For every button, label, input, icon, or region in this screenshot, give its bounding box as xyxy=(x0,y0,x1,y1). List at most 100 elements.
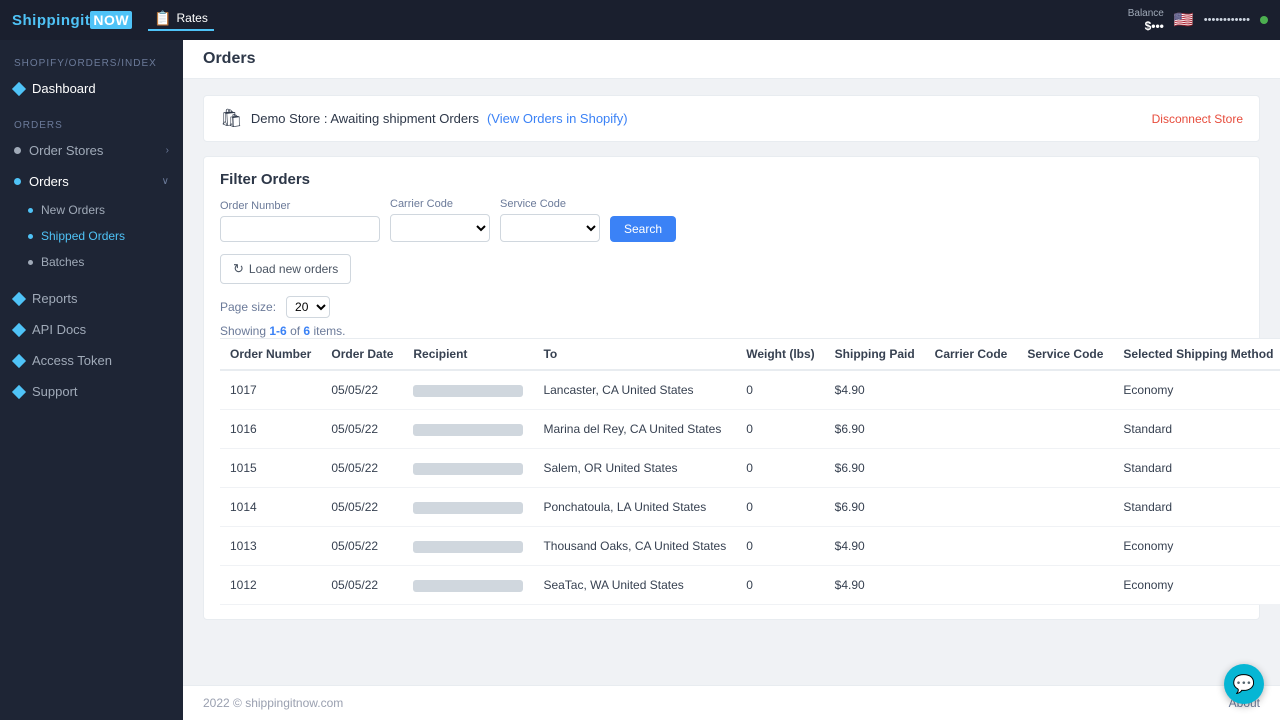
shipping-paid-cell: $6.90 xyxy=(825,488,925,527)
chat-button[interactable]: 💬 xyxy=(1224,664,1264,704)
disconnect-store-link[interactable]: Disconnect Store xyxy=(1152,112,1243,126)
carrier-code-select[interactable] xyxy=(390,214,490,242)
service-code-group: Service Code xyxy=(500,198,600,242)
diamond-icon-reports xyxy=(12,291,26,305)
sidebar-item-reports[interactable]: Reports xyxy=(0,283,183,314)
diamond-icon-api xyxy=(12,322,26,336)
shipping-method-cell: Economy xyxy=(1113,566,1280,605)
weight-cell: 0 xyxy=(736,488,824,527)
col-recipient: Recipient xyxy=(403,339,533,371)
service-code-label: Service Code xyxy=(500,198,600,210)
service-code-cell xyxy=(1017,370,1113,410)
sidebar-item-order-stores[interactable]: Order Stores › xyxy=(0,135,183,166)
rates-icon: 📋 xyxy=(154,10,171,27)
tab-rates[interactable]: 📋 Rates xyxy=(148,10,214,31)
col-service-code: Service Code xyxy=(1017,339,1113,371)
bullet-icon xyxy=(28,208,33,213)
table-row: 101505/05/22XXXXXXXXXXXXXXXSalem, OR Uni… xyxy=(220,449,1280,488)
carrier-code-cell xyxy=(925,449,1018,488)
bullet-icon-shipped xyxy=(28,234,33,239)
col-to: To xyxy=(533,339,736,371)
breadcrumb: SHOPIFY/ORDERS/INDEX xyxy=(0,50,183,73)
bullet-icon-batches xyxy=(28,260,33,265)
shipping-paid-cell: $4.90 xyxy=(825,370,925,410)
carrier-code-cell xyxy=(925,566,1018,605)
service-code-cell xyxy=(1017,410,1113,449)
service-code-cell xyxy=(1017,527,1113,566)
weight-cell: 0 xyxy=(736,449,824,488)
main-content: Orders 🛍 Demo Store : Awaiting shipment … xyxy=(183,40,1280,720)
dot-icon xyxy=(14,147,21,154)
sidebar: SHOPIFY/ORDERS/INDEX Dashboard ORDERS Or… xyxy=(0,40,183,720)
order-date-cell: 05/05/22 xyxy=(321,527,403,566)
sidebar-item-support[interactable]: Support xyxy=(0,376,183,407)
order-number-group: Order Number xyxy=(220,200,380,242)
sidebar-item-access-token[interactable]: Access Token xyxy=(0,345,183,376)
sidebar-item-shipped-orders[interactable]: Shipped Orders xyxy=(28,223,183,249)
store-info: 🛍 Demo Store : Awaiting shipment Orders … xyxy=(220,108,628,129)
footer-copyright: 2022 © shippingitnow.com xyxy=(203,696,343,710)
sidebar-item-dashboard[interactable]: Dashboard xyxy=(0,73,183,104)
to-cell: Marina del Rey, CA United States xyxy=(533,410,736,449)
to-cell: Thousand Oaks, CA United States xyxy=(533,527,736,566)
filter-title: Filter Orders xyxy=(220,171,1243,188)
dot-icon-orders xyxy=(14,178,21,185)
weight-cell: 0 xyxy=(736,410,824,449)
to-cell: Lancaster, CA United States xyxy=(533,370,736,410)
store-header: 🛍 Demo Store : Awaiting shipment Orders … xyxy=(203,95,1260,142)
to-cell: Ponchatoula, LA United States xyxy=(533,488,736,527)
to-cell: Salem, OR United States xyxy=(533,449,736,488)
service-code-select[interactable] xyxy=(500,214,600,242)
order-date-cell: 05/05/22 xyxy=(321,488,403,527)
table-row: 101305/05/22XXXXXXXXXXXXXXXThousand Oaks… xyxy=(220,527,1280,566)
shipping-paid-cell: $6.90 xyxy=(825,410,925,449)
logo: ShippingitNOW xyxy=(12,12,132,29)
sidebar-item-batches[interactable]: Batches xyxy=(28,249,183,275)
service-code-cell xyxy=(1017,449,1113,488)
shipping-method-cell: Standard xyxy=(1113,410,1280,449)
carrier-code-cell xyxy=(925,527,1018,566)
recipient-cell: XXXXXXXXXXXXXXX xyxy=(403,566,533,605)
table-row: 101405/05/22XXXXXXXXXXXXXXXPonchatoula, … xyxy=(220,488,1280,527)
order-number-cell: 1013 xyxy=(220,527,321,566)
carrier-code-group: Carrier Code xyxy=(390,198,490,242)
online-indicator xyxy=(1260,16,1268,24)
page-title: Orders xyxy=(183,40,1280,79)
weight-cell: 0 xyxy=(736,566,824,605)
user-info: •••••••••••• xyxy=(1204,14,1250,26)
navbar-left: ShippingitNOW 📋 Rates xyxy=(12,10,214,31)
chevron-right-icon: › xyxy=(166,145,169,156)
order-number-input[interactable] xyxy=(220,216,380,242)
load-new-orders-button[interactable]: ↻ Load new orders xyxy=(220,254,351,284)
balance-box: Balance $••• xyxy=(1128,8,1164,33)
chevron-down-icon: ∨ xyxy=(162,176,169,187)
flag-icon: 🇺🇸 xyxy=(1174,10,1194,30)
shipping-paid-cell: $6.90 xyxy=(825,449,925,488)
sidebar-item-api-docs[interactable]: API Docs xyxy=(0,314,183,345)
recipient-cell: XXXXXXXXXXXXXXX xyxy=(403,449,533,488)
shopify-icon: 🛍 xyxy=(220,108,243,129)
order-number-label: Order Number xyxy=(220,200,380,212)
diamond-icon-support xyxy=(12,384,26,398)
order-number-cell: 1012 xyxy=(220,566,321,605)
orders-table: Order Number Order Date Recipient To Wei… xyxy=(220,338,1280,605)
content-area: 🛍 Demo Store : Awaiting shipment Orders … xyxy=(183,79,1280,685)
recipient-cell: XXXXXXXXXXXXXXX xyxy=(403,488,533,527)
view-orders-link[interactable]: (View Orders in Shopify) xyxy=(487,111,628,126)
navbar: ShippingitNOW 📋 Rates Balance $••• 🇺🇸 ••… xyxy=(0,0,1280,40)
sidebar-item-new-orders[interactable]: New Orders xyxy=(28,197,183,223)
order-date-cell: 05/05/22 xyxy=(321,566,403,605)
shipping-method-cell: Standard xyxy=(1113,488,1280,527)
order-number-cell: 1017 xyxy=(220,370,321,410)
search-button[interactable]: Search xyxy=(610,216,676,242)
weight-cell: 0 xyxy=(736,527,824,566)
page-size-select[interactable]: 20 xyxy=(286,296,330,318)
sidebar-item-orders[interactable]: Orders ∨ xyxy=(0,166,183,197)
table-meta: Page size: 20 xyxy=(220,296,1243,318)
layout: SHOPIFY/ORDERS/INDEX Dashboard ORDERS Or… xyxy=(0,40,1280,720)
diamond-icon-token xyxy=(12,353,26,367)
order-date-cell: 05/05/22 xyxy=(321,410,403,449)
shipping-paid-cell: $4.90 xyxy=(825,527,925,566)
shipping-paid-cell: $4.90 xyxy=(825,566,925,605)
table-section: Page size: 20 Showing 1-6 of 6 items. xyxy=(220,296,1243,605)
